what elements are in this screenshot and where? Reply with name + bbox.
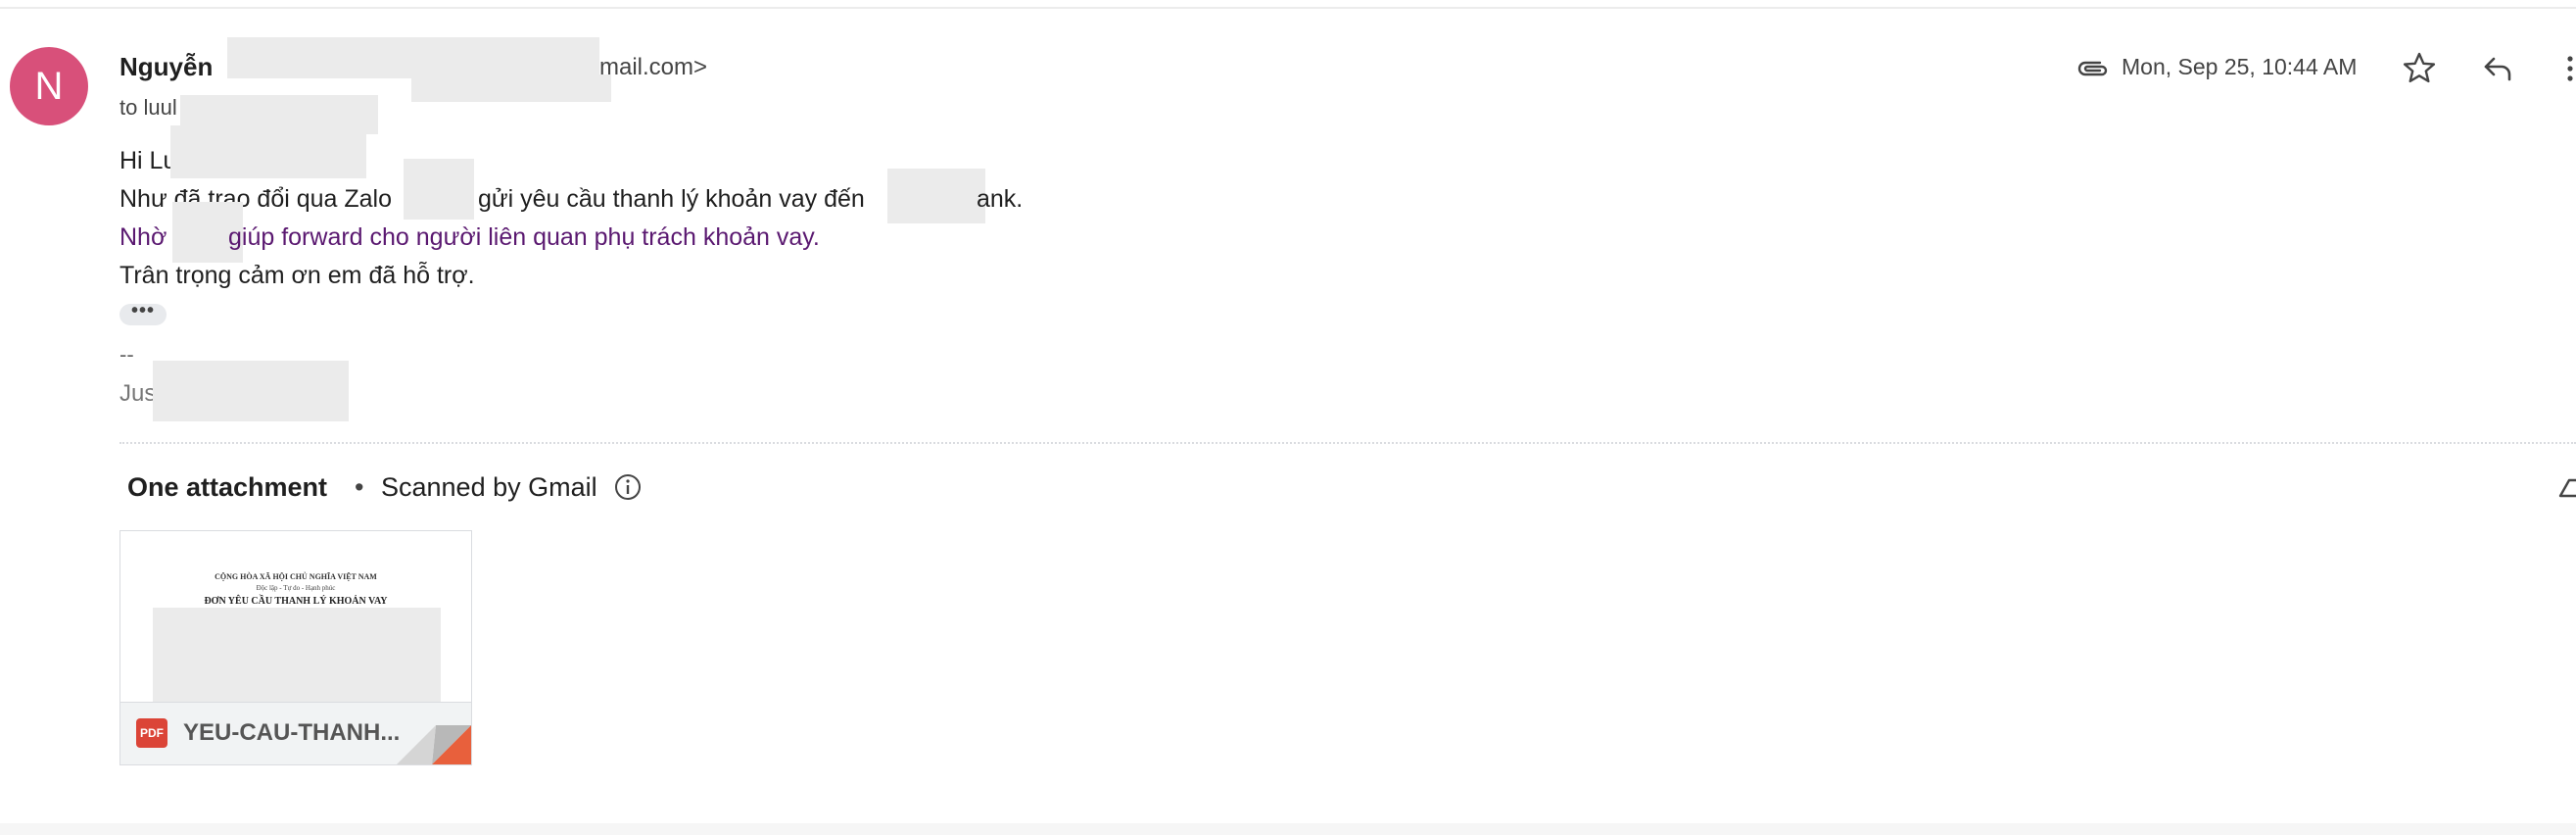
signature-name: Jus (119, 380, 157, 407)
body-line-1a: Như đã trao đổi qua Zalo (119, 185, 393, 213)
separator-dot: • (355, 472, 364, 502)
body-line-1c: ank. (977, 185, 1024, 213)
redaction-block (170, 125, 366, 178)
attachments-divider (119, 442, 2576, 444)
body-line-2a: Nhờ (119, 223, 167, 251)
preview-motto-line: Độc lập - Tự do - Hạnh phúc (256, 584, 336, 592)
attachment-card[interactable]: CỘNG HÒA XÃ HỘI CHỦ NGHĨA VIỆT NAM Độc l… (119, 530, 472, 765)
paperclip-icon (2073, 49, 2112, 88)
sender-email: mail.com> (599, 54, 708, 80)
redaction-block (404, 159, 474, 220)
preview-heading-line: CỘNG HÒA XÃ HỘI CHỦ NGHĨA VIỆT NAM (215, 572, 377, 581)
body-line-1b: gửi yêu cầu thanh lý khoản vay đến (478, 185, 865, 213)
more-vert-icon[interactable] (2556, 49, 2576, 88)
body-line-3: Trân trọng cảm ơn em đã hỗ trợ. (119, 262, 475, 289)
bottom-divider (0, 823, 2576, 835)
body-greeting: Hi Lu (119, 147, 177, 174)
star-icon[interactable] (2400, 49, 2439, 88)
redaction-block (153, 608, 441, 702)
attachment-filename: YEU-CAU-THANH... (183, 719, 401, 746)
show-trimmed-content-button[interactable]: ••• (119, 301, 167, 325)
preview-document-title: ĐƠN YÊU CẦU THANH LÝ KHOẢN VAY (204, 596, 388, 607)
page-fold-icon (397, 725, 471, 764)
redaction-block (887, 169, 985, 223)
add-to-drive-icon[interactable] (2554, 467, 2576, 506)
recipient-line[interactable]: to luul (119, 95, 177, 121)
top-divider (0, 7, 2576, 9)
pdf-icon: PDF (136, 718, 167, 748)
body-line-2b: giúp forward cho người liên quan phụ trá… (228, 223, 820, 251)
redaction-block (153, 361, 349, 421)
signature-separator: -- (119, 342, 134, 367)
redaction-block (227, 37, 599, 78)
sender-avatar[interactable]: N (10, 47, 88, 125)
attachments-title: One attachment (127, 472, 328, 502)
email-date: Mon, Sep 25, 10:44 AM (2122, 54, 2358, 79)
redaction-block (411, 74, 611, 102)
scanned-by-gmail-label: Scanned by Gmail (381, 472, 597, 502)
reply-icon[interactable] (2478, 49, 2517, 88)
info-icon[interactable] (613, 472, 643, 502)
sender-name[interactable]: Nguyễn (119, 52, 213, 82)
